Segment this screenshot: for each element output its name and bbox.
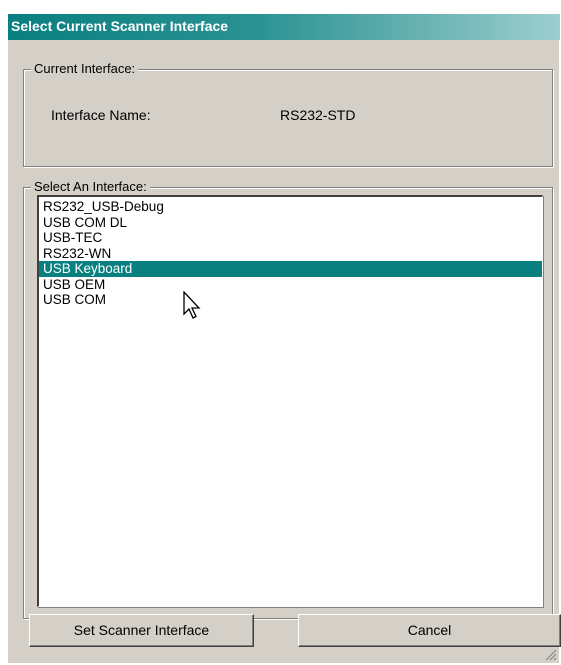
list-item[interactable]: RS232_USB-Debug bbox=[39, 199, 542, 215]
list-item[interactable]: USB COM bbox=[39, 292, 542, 308]
interface-list: RS232_USB-Debug USB COM DL USB-TEC RS232-WN… bbox=[39, 199, 542, 308]
set-scanner-interface-button[interactable]: Set Scanner Interface bbox=[29, 614, 254, 647]
select-interface-group-label: Select An Interface: bbox=[31, 179, 150, 194]
interface-name-label: Interface Name: bbox=[51, 107, 151, 123]
dialog-window: Select Current Scanner Interface Current… bbox=[7, 13, 561, 663]
interface-name-value: RS232-STD bbox=[280, 107, 356, 123]
list-item[interactable]: USB-TEC bbox=[39, 230, 542, 246]
list-item[interactable]: USB OEM bbox=[39, 277, 542, 293]
cancel-button[interactable]: Cancel bbox=[298, 614, 561, 647]
mouse-pointer-icon bbox=[183, 291, 201, 319]
title-bar[interactable]: Select Current Scanner Interface bbox=[8, 14, 560, 40]
interface-listbox[interactable]: RS232_USB-Debug USB COM DL USB-TEC RS232-WN… bbox=[37, 195, 543, 607]
list-item[interactable]: USB COM DL bbox=[39, 215, 542, 231]
list-item[interactable]: RS232-WN bbox=[39, 246, 542, 262]
resize-grip-icon[interactable] bbox=[543, 647, 557, 661]
current-interface-group-label: Current Interface: bbox=[31, 61, 139, 76]
list-item[interactable]: USB Keyboard bbox=[39, 261, 542, 277]
window-title: Select Current Scanner Interface bbox=[11, 18, 229, 34]
